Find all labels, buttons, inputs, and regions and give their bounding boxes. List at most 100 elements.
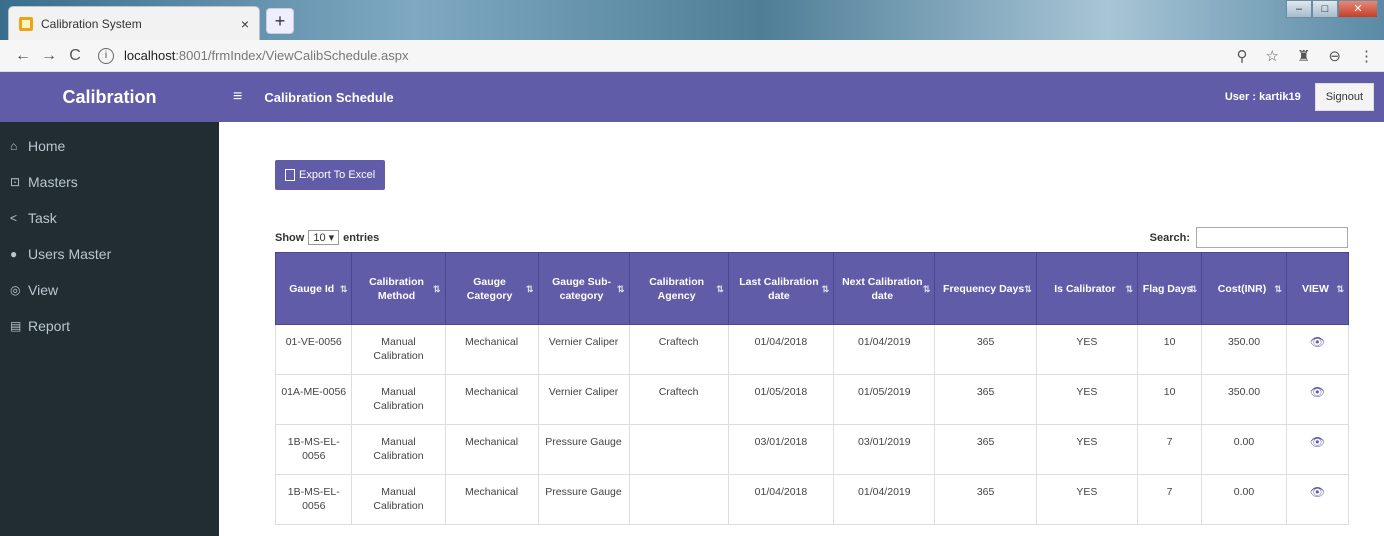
sidebar-item-label: Users Master: [28, 246, 112, 262]
close-window-button[interactable]: ✕: [1338, 0, 1378, 18]
cell-value: Manual Calibration: [373, 386, 424, 412]
view-cell: 👁: [1285, 324, 1350, 375]
zoom-icon[interactable]: ⚲: [1237, 47, 1248, 65]
cell-value: Mechanical: [464, 436, 519, 448]
cell-value: Pressure Gauge: [545, 486, 622, 498]
column-label: VIEW: [1302, 282, 1329, 295]
maximize-button[interactable]: □: [1312, 0, 1338, 18]
column-header[interactable]: Calibration Method ⇅: [351, 252, 446, 325]
column-label: Is Calibrator: [1054, 282, 1116, 295]
user-icon: ●: [10, 247, 18, 261]
column-header[interactable]: Gauge Sub-category ⇅: [537, 252, 630, 325]
table-cell: 365: [934, 374, 1037, 425]
sidebar-item-label: Task: [28, 210, 57, 226]
sidebar-item-home[interactable]: ⌂ Home: [0, 128, 219, 164]
column-header[interactable]: Is Calibrator ⇅: [1035, 252, 1139, 325]
cell-value: 0.00: [1233, 486, 1255, 498]
table-cell: Manual Calibration: [351, 374, 446, 425]
cell-value: 350.00: [1227, 336, 1261, 348]
cell-value: 1B-MS-EL-0056: [287, 436, 340, 462]
tab-close-icon[interactable]: ×: [241, 16, 249, 32]
table-cell: 365: [934, 424, 1037, 475]
view-cell: 👁: [1285, 474, 1350, 525]
sidebar-item-label: View: [28, 282, 59, 298]
table-cell: Manual Calibration: [351, 324, 446, 375]
hamburger-icon[interactable]: ≡: [233, 88, 242, 106]
sidebar-item-view[interactable]: ◎ View: [0, 272, 219, 308]
brand-logo[interactable]: Calibration: [0, 72, 219, 122]
user-label: User : kartik19: [1224, 91, 1301, 103]
search-input[interactable]: [1196, 227, 1348, 248]
back-icon[interactable]: ←: [10, 47, 36, 65]
sidebar-item-report[interactable]: ▤ Report: [0, 308, 219, 344]
entries-length: Show 10 ▾ entries: [275, 230, 379, 245]
minimize-button[interactable]: –: [1286, 0, 1312, 18]
table-cell: 01-VE-0056: [274, 324, 353, 375]
sort-icon: ⇅: [1024, 283, 1032, 294]
schedule-table: Gauge Id ⇅ Calibration Method ⇅ Gauge Cate…: [274, 252, 1350, 525]
table-cell: YES: [1035, 424, 1139, 475]
column-header[interactable]: Cost(INR) ⇅: [1201, 252, 1287, 325]
cell-value: 0.00: [1233, 436, 1255, 448]
column-header[interactable]: Gauge Id ⇅: [274, 252, 353, 325]
table-cell: 365: [934, 474, 1037, 525]
signout-button[interactable]: Signout: [1314, 83, 1374, 111]
view-eye-icon[interactable]: 👁: [1310, 485, 1325, 499]
entries-select[interactable]: 10 ▾: [308, 230, 340, 245]
cell-value: 01/05/2018: [754, 386, 808, 398]
column-header[interactable]: Frequency Days ⇅: [934, 252, 1037, 325]
cell-value: 365: [976, 436, 995, 448]
main-content: Export To Excel Show 10 ▾ entries Search…: [219, 122, 1384, 536]
table-cell: 0.00: [1201, 474, 1287, 525]
topbar: ≡ Calibration Schedule User : kartik19 S…: [219, 72, 1384, 122]
extension-icon[interactable]: ♜: [1297, 47, 1310, 65]
table-cell: 365: [934, 324, 1037, 375]
table-cell: Mechanical: [444, 424, 539, 475]
view-eye-icon[interactable]: 👁: [1310, 435, 1325, 449]
column-header[interactable]: Last Calibration date ⇅: [727, 252, 835, 325]
table-cell: 03/01/2019: [833, 424, 936, 475]
reload-icon[interactable]: C: [62, 47, 88, 65]
sort-icon: ⇅: [432, 283, 441, 294]
column-header[interactable]: VIEW ⇅: [1285, 252, 1350, 325]
account-icon[interactable]: ⊖: [1328, 47, 1341, 65]
favicon-icon: [19, 16, 33, 31]
cell-value: 01/04/2019: [858, 486, 911, 498]
star-icon[interactable]: ☆: [1266, 47, 1279, 65]
table-cell: 01/05/2018: [727, 374, 835, 425]
info-icon[interactable]: i: [98, 47, 114, 64]
sidebar-item-task[interactable]: < Task: [0, 200, 219, 236]
chevron-left-icon: <: [10, 211, 18, 225]
cell-value: 01/04/2019: [858, 336, 911, 348]
table-cell: 01/04/2019: [833, 324, 936, 375]
forward-icon[interactable]: →: [36, 47, 62, 65]
column-header[interactable]: Gauge Category ⇅: [444, 252, 539, 325]
column-header[interactable]: Flag Days ⇅: [1137, 252, 1203, 325]
table-cell: 350.00: [1201, 324, 1287, 375]
table-cell: Vernier Caliper: [537, 374, 630, 425]
column-label: Calibration Method: [369, 275, 424, 302]
export-excel-button[interactable]: Export To Excel: [275, 160, 386, 190]
column-label: Frequency Days: [943, 282, 1025, 295]
sort-icon: ⇅: [1125, 283, 1134, 294]
cell-value: 365: [976, 486, 995, 498]
view-eye-icon[interactable]: 👁: [1310, 335, 1325, 349]
sidebar-item-masters[interactable]: ⊡ Masters: [0, 164, 219, 200]
sort-icon: ⇅: [526, 283, 534, 294]
table-cell: Manual Calibration: [351, 474, 446, 525]
cell-value: YES: [1076, 486, 1098, 498]
url-field[interactable]: i localhost :8001/frmIndex/ViewCalibSche…: [98, 47, 1237, 64]
menu-icon[interactable]: ⋮: [1359, 47, 1374, 65]
view-eye-icon[interactable]: 👁: [1310, 385, 1325, 399]
column-header[interactable]: Next Calibration date ⇅: [833, 252, 936, 325]
export-label: Export To Excel: [299, 169, 376, 181]
new-tab-button[interactable]: +: [266, 8, 294, 34]
column-label: Calibration Agency: [649, 275, 705, 302]
sort-icon: ⇅: [716, 283, 724, 294]
cell-value: Mechanical: [464, 486, 519, 498]
cell-value: Craftech: [658, 386, 699, 398]
sidebar-item-users-master[interactable]: ● Users Master: [0, 236, 219, 272]
browser-tab[interactable]: Calibration System ×: [8, 6, 260, 40]
url-host: localhost: [124, 48, 176, 63]
column-header[interactable]: Calibration Agency ⇅: [628, 252, 729, 325]
